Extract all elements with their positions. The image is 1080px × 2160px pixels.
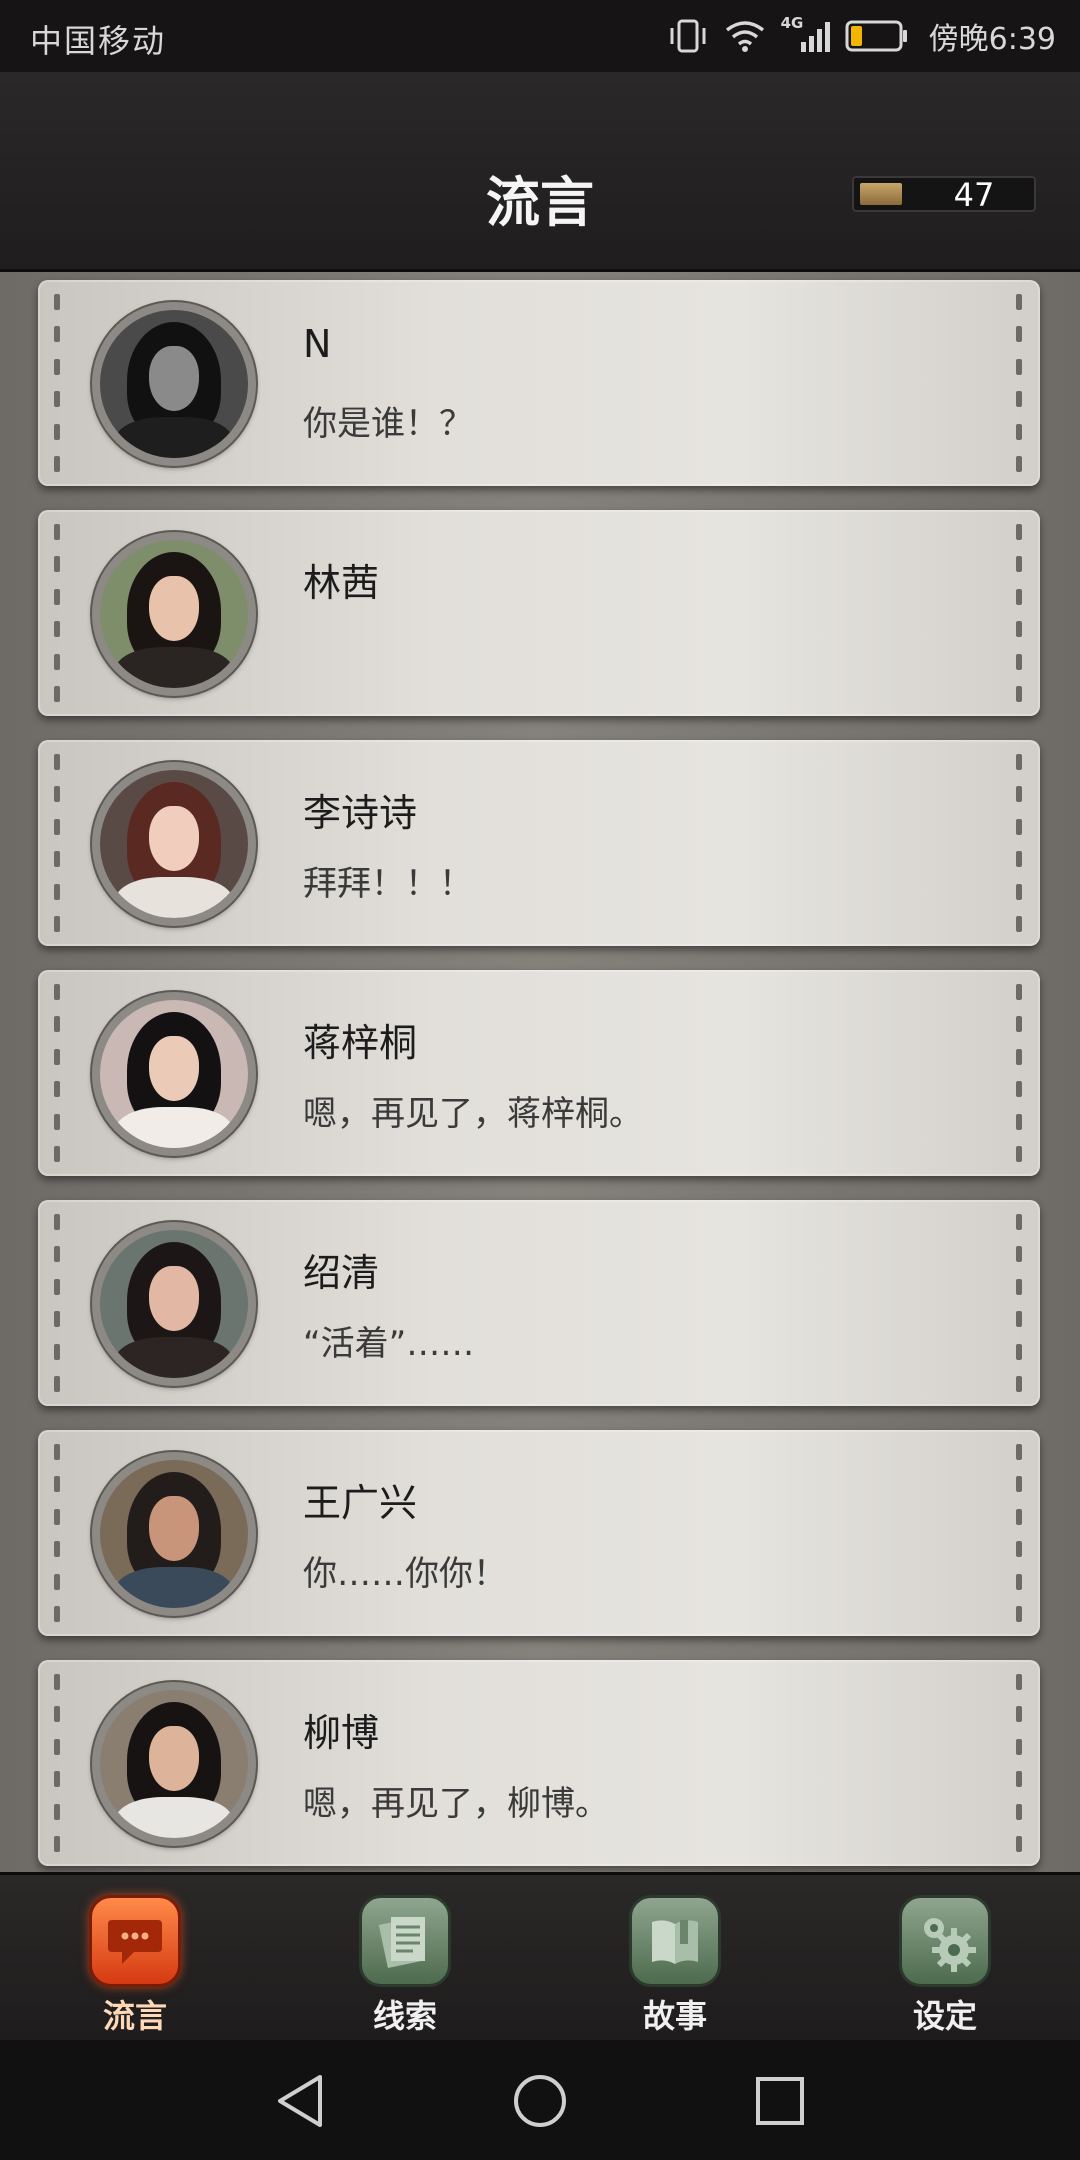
card-stitch-decoration (54, 1444, 62, 1622)
home-icon (514, 2075, 566, 2127)
chat-bubble-icon (89, 1895, 181, 1987)
tab-rumors[interactable]: 流言 (75, 1895, 195, 2043)
status-bar: 中国移动 4G 傍晚6:39 (0, 0, 1080, 72)
tab-settings[interactable]: 设定 (885, 1895, 1005, 2043)
tab-label: 流言 (102, 1997, 167, 2035)
system-nav-bar (0, 2040, 1080, 2160)
recents-button[interactable] (745, 2066, 815, 2136)
card-stitch-decoration (1016, 1444, 1024, 1622)
back-button[interactable] (265, 2066, 335, 2136)
card-stitch-decoration (1016, 984, 1024, 1162)
wifi-icon (725, 21, 764, 52)
tab-label: 线索 (372, 1997, 437, 2035)
gold-bar-icon (860, 183, 902, 205)
contact-name: 李诗诗 (303, 791, 418, 835)
status-icons: 4G 傍晚6:39 (667, 12, 1056, 60)
contact-card[interactable]: 绍清 “活着”…… (38, 1200, 1040, 1406)
contact-card[interactable]: 林茜 (38, 510, 1040, 716)
bottom-tab-bar: 流言 线索 故事 设定 (0, 1872, 1080, 2040)
avatar (92, 762, 256, 926)
card-stitch-decoration (54, 294, 62, 472)
home-button[interactable] (505, 2066, 575, 2136)
battery-icon (845, 20, 907, 52)
rumor-contact-list[interactable]: N 你是谁！？ 林茜李诗诗拜拜！！！ 蒋梓桐嗯，再见了，蒋梓桐。绍清 “活着”…… 王广兴… (0, 272, 1080, 1872)
last-message: “活着”…… (303, 1324, 475, 1364)
tab-story[interactable]: 故事 (615, 1895, 735, 2043)
page-header: 流言 47 (0, 72, 1080, 272)
avatar (92, 992, 256, 1156)
contact-name: N (303, 322, 332, 366)
card-stitch-decoration (54, 984, 62, 1162)
card-stitch-decoration (54, 1214, 62, 1392)
story-book-icon (629, 1895, 721, 1987)
contact-name: 蒋梓桐 (303, 1021, 418, 1065)
contact-card[interactable]: 王广兴你……你你！ (38, 1430, 1040, 1636)
tab-clues[interactable]: 线索 (345, 1895, 465, 2043)
card-stitch-decoration (1016, 294, 1024, 472)
last-message: 你……你你！ (303, 1554, 507, 1594)
recents-icon (756, 2077, 804, 2125)
contact-card[interactable]: 李诗诗拜拜！！！ (38, 740, 1040, 946)
card-stitch-decoration (1016, 1214, 1024, 1392)
card-stitch-decoration (1016, 524, 1024, 702)
avatar (92, 1682, 256, 1846)
avatar (92, 302, 256, 466)
last-message: 拜拜！！！ (303, 864, 473, 904)
currency-value: 47 (953, 176, 995, 214)
network-type: 4G (780, 14, 804, 32)
contact-card[interactable]: 柳博嗯，再见了，柳博。 (38, 1660, 1040, 1866)
carrier-name: 中国移动 (30, 22, 167, 60)
contact-name: 柳博 (303, 1711, 380, 1755)
last-message: 嗯，再见了，蒋梓桐。 (303, 1094, 643, 1134)
back-icon (278, 2075, 322, 2127)
contact-name: 林茜 (303, 561, 380, 605)
tab-label: 故事 (642, 1997, 707, 2035)
contact-name: 绍清 (303, 1251, 380, 1295)
last-message: 你是谁！？ (303, 404, 473, 444)
clue-papers-icon (359, 1895, 451, 1987)
gear-icon (899, 1895, 991, 1987)
card-stitch-decoration (54, 1674, 62, 1852)
tab-label: 设定 (912, 1997, 977, 2035)
currency-counter: 47 (852, 176, 1036, 214)
card-stitch-decoration (1016, 1674, 1024, 1852)
card-stitch-decoration (1016, 754, 1024, 932)
avatar (92, 532, 256, 696)
signal-icon: 4G (781, 14, 831, 54)
avatar (92, 1452, 256, 1616)
card-stitch-decoration (54, 524, 62, 702)
status-time: 傍晚6:39 (928, 22, 1056, 57)
contact-card[interactable]: N 你是谁！？ (38, 280, 1040, 486)
contact-card[interactable]: 蒋梓桐嗯，再见了，蒋梓桐。 (38, 970, 1040, 1176)
card-stitch-decoration (54, 754, 62, 932)
vibrate-icon (670, 19, 706, 53)
contact-name: 王广兴 (303, 1481, 418, 1525)
last-message: 嗯，再见了，柳博。 (303, 1784, 609, 1824)
avatar (92, 1222, 256, 1386)
